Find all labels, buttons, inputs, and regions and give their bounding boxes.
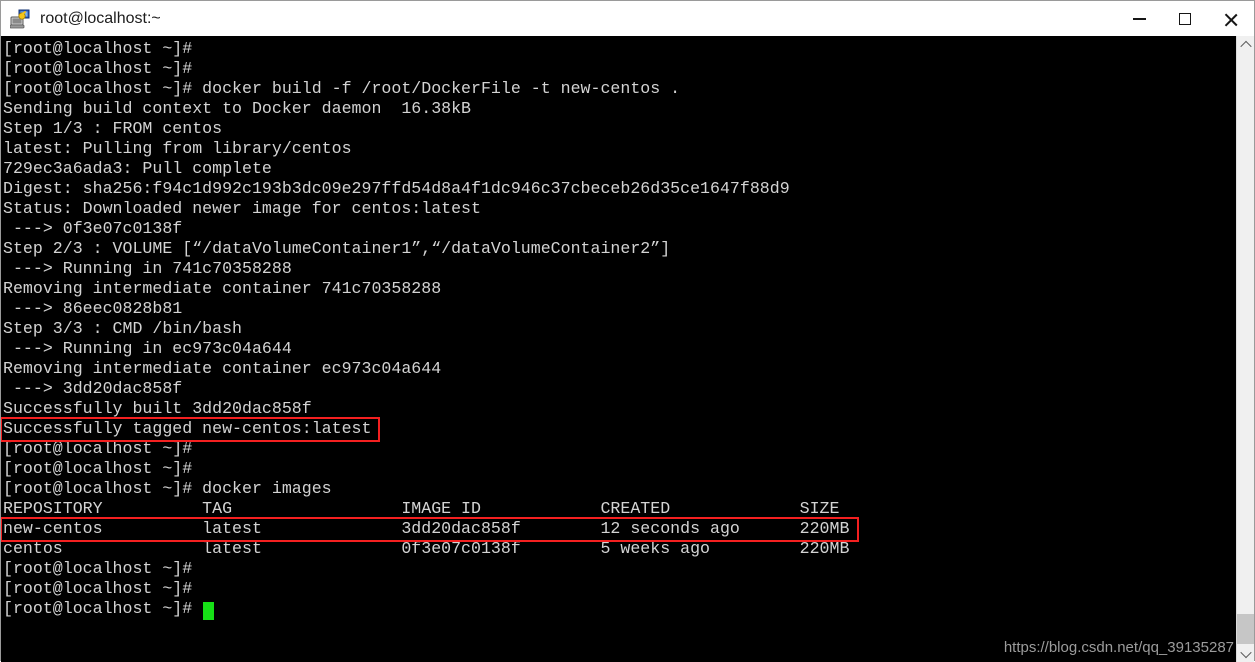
watermark-text: https://blog.csdn.net/qq_39135287 xyxy=(1003,639,1234,656)
terminal-window: root@localhost:~ [root@localhost ~]# [ro… xyxy=(0,0,1255,662)
chevron-down-icon xyxy=(1239,646,1252,658)
terminal-cursor xyxy=(203,602,214,620)
minimize-button[interactable] xyxy=(1116,1,1162,36)
terminal-text: [root@localhost ~]# [root@localhost ~]# … xyxy=(3,39,850,618)
scroll-down-button[interactable] xyxy=(1237,645,1254,662)
chevron-up-icon xyxy=(1239,40,1252,52)
minimize-icon xyxy=(1132,17,1146,20)
title-bar[interactable]: root@localhost:~ xyxy=(1,1,1254,36)
window-controls xyxy=(1116,1,1254,36)
window-title: root@localhost:~ xyxy=(40,9,161,27)
close-button[interactable] xyxy=(1208,1,1254,36)
vertical-scrollbar[interactable] xyxy=(1236,36,1254,662)
terminal-output-area[interactable]: [root@localhost ~]# [root@localhost ~]# … xyxy=(1,36,1238,662)
maximize-icon xyxy=(1179,12,1191,25)
maximize-button[interactable] xyxy=(1162,1,1208,36)
close-icon xyxy=(1224,12,1238,26)
scroll-up-button[interactable] xyxy=(1237,36,1254,53)
scrollbar-thumb[interactable] xyxy=(1237,614,1254,644)
putty-computer-icon xyxy=(9,8,32,30)
